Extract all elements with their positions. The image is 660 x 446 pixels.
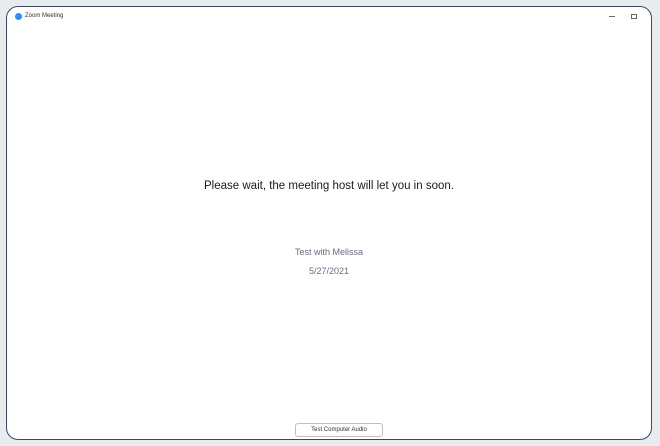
minimize-icon (609, 15, 615, 17)
minimize-button[interactable] (601, 7, 623, 25)
zoom-meeting-window: Zoom Meeting Please wait, the meeting ho… (6, 6, 652, 440)
waiting-message: Please wait, the meeting host will let y… (204, 180, 454, 192)
zoom-logo-icon (15, 12, 22, 20)
title-bar[interactable]: Zoom Meeting (7, 7, 651, 25)
maximize-icon (631, 13, 637, 19)
meeting-date: 5/27/2021 (308, 266, 350, 276)
test-computer-audio-button[interactable]: Test Computer Audio (295, 423, 383, 437)
window-title: Zoom Meeting (25, 13, 64, 19)
meeting-topic: Test with Melissa (294, 247, 364, 257)
maximize-button[interactable] (623, 7, 645, 25)
window-controls (601, 7, 645, 25)
